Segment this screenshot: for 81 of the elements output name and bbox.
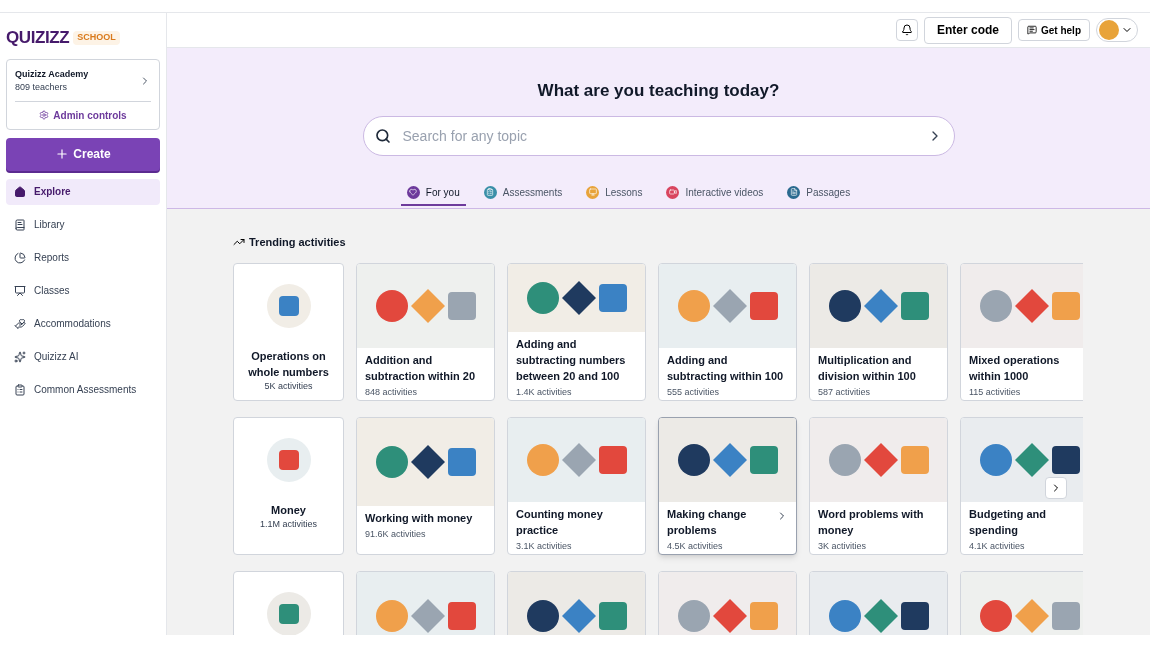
activity-card[interactable]: Working with money 91.6K activities: [356, 416, 495, 555]
help-icon: [1027, 25, 1037, 35]
brand-logo: QUIZIZZ: [6, 27, 70, 49]
activity-card[interactable]: Counting money practice 3.1K activities: [507, 416, 646, 555]
card-title: Adding and subtracting numbers between 20 and 100: [516, 337, 627, 384]
nav-icon: [14, 251, 26, 264]
tab-icon: [586, 185, 600, 199]
activity-card[interactable]: Adding and subtracting within 100 555 activities: [658, 262, 797, 401]
activity-count: 848 activities: [365, 386, 419, 399]
activity-card[interactable]: Adding and subtracting numbers between 20 and 100 1.4K activities: [507, 262, 646, 401]
activity-count: 4.1K activities: [969, 540, 1026, 553]
activity-card[interactable]: Addition and subtraction within 20 848 activities: [356, 262, 495, 401]
card-title: Mixed operations within 1000: [969, 353, 1061, 384]
nav-icon: [14, 284, 26, 297]
card-title: Operations on whole numbers: [247, 348, 330, 380]
activity-card[interactable]: Budgeting and spending 4.1K activities: [960, 416, 1083, 555]
nav-icon: [14, 317, 26, 330]
tab-icon: [483, 185, 497, 199]
activity-count: 555 activities: [667, 386, 721, 399]
category-tab[interactable]: Assessments: [477, 184, 569, 206]
card-title: Addition and subtraction within 20: [365, 353, 476, 384]
illustration-placeholder: [266, 591, 311, 635]
section-title: Trending activities: [249, 235, 346, 250]
activity-count: 3.1K activities: [516, 540, 573, 553]
hero-title: What are you teaching today?: [537, 80, 780, 102]
activity-count: 1.1M activities: [260, 517, 317, 531]
nav-icon: [14, 383, 26, 396]
get-help-button[interactable]: Get help: [1018, 19, 1090, 41]
search-field[interactable]: Search for any topic: [362, 115, 955, 156]
nav-icon: [14, 185, 26, 198]
plus-icon: [55, 147, 70, 161]
tab-icon: [666, 185, 680, 199]
nav-item[interactable]: Library: [6, 211, 160, 238]
organization-button[interactable]: Quizizz Academy 809 teachers: [7, 59, 159, 101]
teacher-count: 809 teachers: [15, 81, 69, 94]
activity-card[interactable]: Word problems with money 3K activities: [809, 416, 948, 555]
category-tab[interactable]: Passages: [781, 184, 857, 206]
nav-icon: [14, 350, 26, 363]
card-title: Adding and subtracting within 100: [667, 353, 785, 384]
activity-count: 587 activities: [818, 386, 872, 399]
card-title: Working with money: [365, 510, 474, 526]
create-button[interactable]: Create: [6, 137, 160, 171]
activity-count: 5K activities: [264, 379, 313, 393]
next-button[interactable]: [1045, 476, 1067, 499]
activity-count: 4.5K activities: [667, 540, 724, 553]
notifications-button[interactable]: [895, 19, 918, 41]
activity-card[interactable]: Mixed operations within 1000 115 activities: [960, 262, 1083, 401]
activity-card[interactable]: Making change problems 4.5K activities: [658, 416, 797, 555]
card-title: Multiplication and division within 100: [818, 353, 917, 384]
activity-count: 1.4K activities: [516, 386, 573, 399]
card-title: Counting money practice: [516, 507, 604, 538]
avatar-placeholder: [1099, 20, 1119, 40]
tab-icon: [787, 185, 801, 199]
category-tab[interactable]: Interactive videos: [660, 184, 770, 206]
nav-icon: [14, 218, 26, 231]
nav-item[interactable]: Accommodations: [6, 310, 160, 337]
plan-badge: SCHOOL: [73, 31, 120, 45]
tab-icon: [406, 185, 420, 199]
topic-card[interactable]: Money 1.1M activities: [233, 416, 344, 555]
activity-card[interactable]: Multiplication and division within 100 587 activities: [809, 262, 948, 401]
activity-count: 3K activities: [818, 540, 868, 553]
card-title: Word problems with money: [818, 507, 925, 538]
nav-item[interactable]: Explore: [6, 178, 160, 205]
category-tab[interactable]: For you: [400, 184, 466, 206]
card-title: Making change problems: [667, 507, 748, 538]
nav-item[interactable]: Common Assessments: [6, 376, 160, 403]
card-title: Money: [271, 502, 306, 518]
category-tab[interactable]: Lessons: [580, 184, 649, 206]
activity-count: 115 activities: [969, 386, 1022, 399]
bell-icon: [900, 24, 913, 36]
enter-code-button[interactable]: Enter code: [923, 16, 1012, 44]
nav-item[interactable]: Classes: [6, 277, 160, 304]
admin-controls-link[interactable]: Admin controls: [7, 101, 159, 129]
card-title: Budgeting and spending: [969, 507, 1047, 538]
nav-item[interactable]: Quizizz AI: [6, 343, 160, 370]
organization-name: Quizizz Academy: [15, 67, 90, 81]
settings-icon: [39, 110, 50, 120]
nav-item[interactable]: Reports: [6, 244, 160, 271]
activity-count: 91.6K activities: [365, 527, 427, 541]
topic-card[interactable]: Operations on whole numbers 5K activities: [233, 262, 344, 401]
search-icon: [374, 127, 391, 144]
